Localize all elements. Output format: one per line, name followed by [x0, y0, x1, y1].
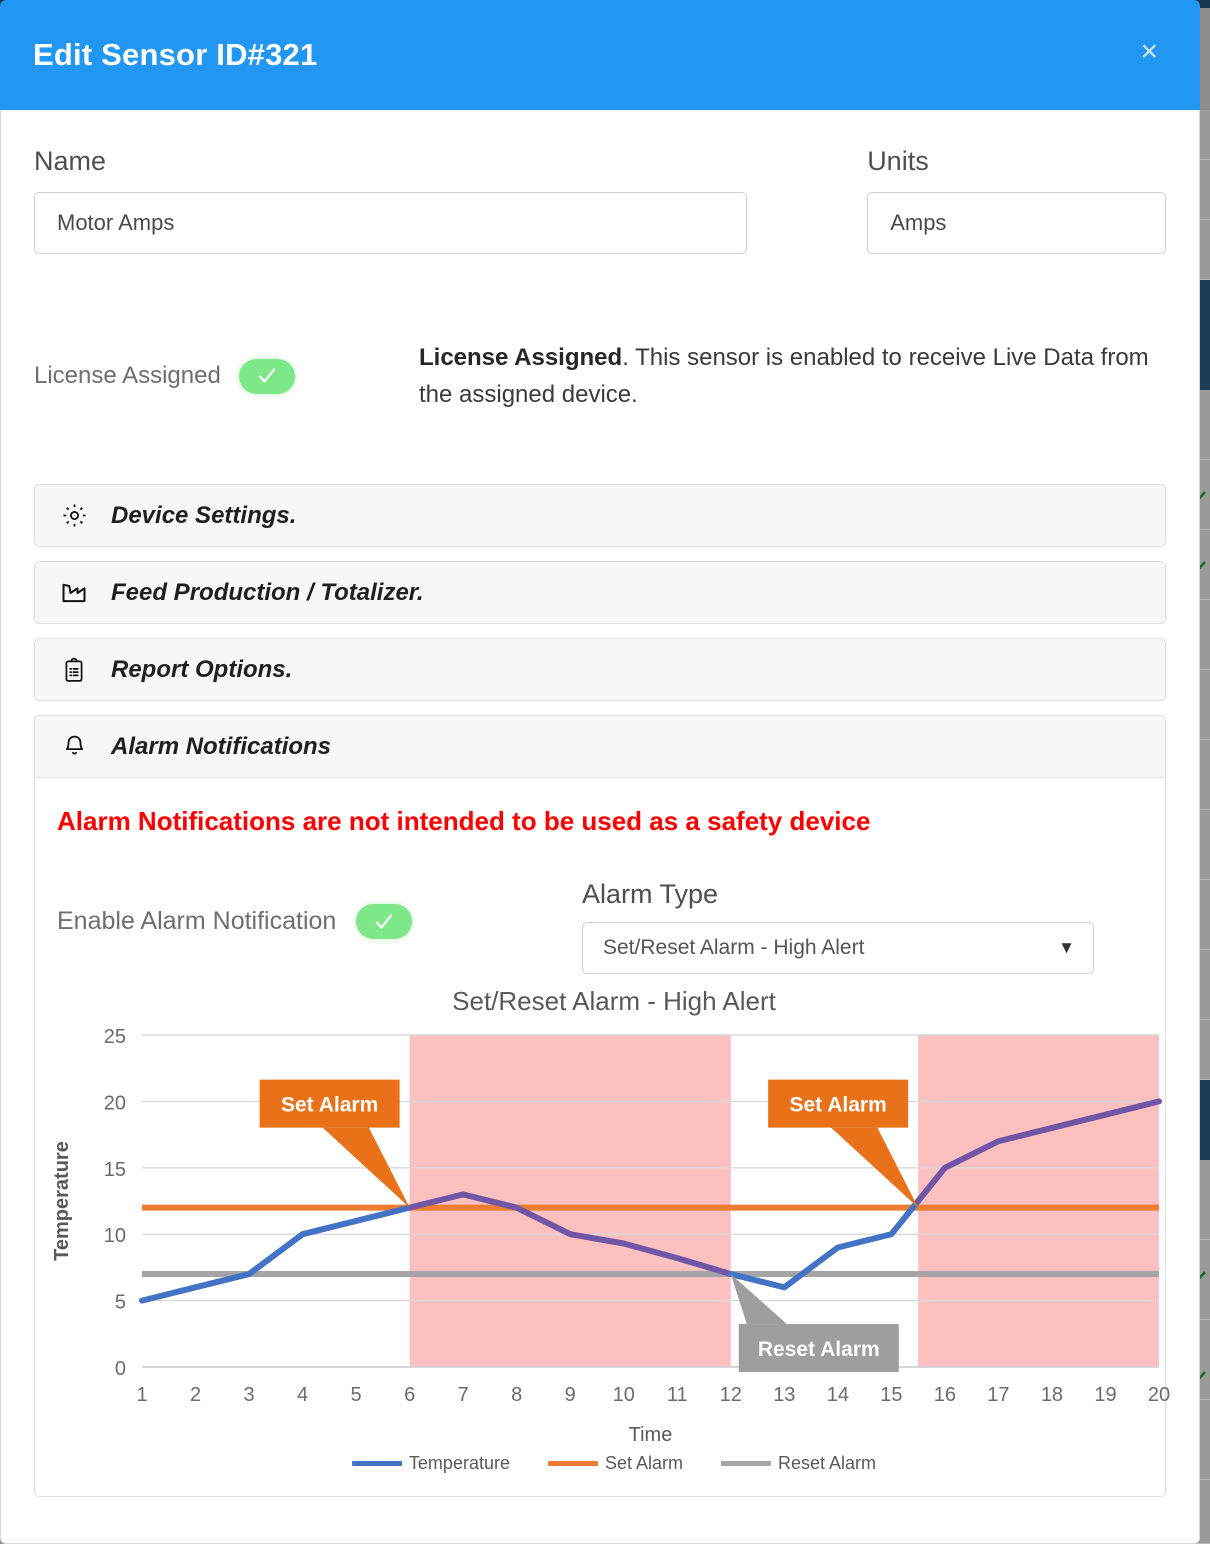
gear-icon: [59, 501, 89, 531]
alarm-band: [918, 1035, 1159, 1367]
license-section: License Assigned License Assigned. This …: [34, 326, 1166, 426]
alarm-type-group: Alarm Type Set/Reset Alarm - High Alert …: [582, 879, 1094, 974]
accordion-label: Feed Production / Totalizer.: [111, 579, 423, 607]
alarm-notifications-panel: Alarm Notifications are not intended to …: [34, 778, 1166, 1497]
x-axis-label: Time: [629, 1424, 673, 1446]
x-tick-label: 12: [720, 1384, 742, 1406]
x-tick-label: 8: [511, 1384, 522, 1406]
set-alarm-callout: Set Alarm: [260, 1080, 410, 1208]
edit-sensor-modal: Edit Sensor ID#321 × Name Units License …: [0, 0, 1200, 1544]
alarm-warning-text: Alarm Notifications are not intended to …: [35, 806, 1165, 837]
clipboard-icon: [59, 655, 89, 685]
license-description-bold: License Assigned: [419, 344, 622, 371]
x-tick-label: 19: [1094, 1384, 1116, 1406]
modal-body: Name Units License Assigned License Assi…: [0, 110, 1200, 1544]
alarm-band: [410, 1035, 731, 1367]
legend-swatch: [352, 1461, 402, 1466]
alarm-type-value: Set/Reset Alarm - High Alert: [603, 936, 864, 960]
x-tick-label: 7: [458, 1384, 469, 1406]
legend-item: Reset Alarm: [721, 1453, 876, 1474]
alarm-chart: Set/Reset Alarm - High Alert 0510152025T…: [34, 986, 1194, 1496]
chart-title: Set/Reset Alarm - High Alert: [34, 986, 1194, 1017]
name-units-row: Name Units: [34, 110, 1166, 254]
chart-legend: Temperature Set Alarm Reset Alarm: [34, 1453, 1194, 1474]
x-tick-label: 11: [667, 1384, 688, 1406]
enable-alarm-group: Enable Alarm Notification: [57, 879, 582, 939]
legend-swatch: [721, 1461, 771, 1466]
alarm-type-label: Alarm Type: [582, 879, 1094, 910]
x-tick-label: 2: [190, 1384, 201, 1406]
x-tick-label: 13: [773, 1384, 795, 1406]
x-tick-label: 6: [404, 1384, 415, 1406]
y-tick-label: 25: [104, 1026, 126, 1048]
y-tick-label: 15: [104, 1159, 126, 1181]
y-tick-label: 5: [115, 1292, 126, 1314]
name-label: Name: [34, 146, 747, 177]
callout-label: Set Alarm: [789, 1094, 886, 1117]
license-assigned-toggle[interactable]: [239, 359, 295, 394]
x-tick-label: 14: [827, 1384, 849, 1406]
chevron-down-icon: ▼: [1058, 938, 1075, 958]
legend-label: Reset Alarm: [778, 1453, 876, 1474]
alarm-type-select[interactable]: Set/Reset Alarm - High Alert ▼: [582, 922, 1094, 974]
x-tick-label: 5: [351, 1384, 362, 1406]
check-icon: [256, 365, 278, 387]
legend-swatch: [548, 1461, 598, 1466]
y-tick-label: 20: [104, 1092, 126, 1114]
x-tick-label: 9: [565, 1384, 576, 1406]
name-field-group: Name: [34, 146, 747, 254]
accordion-report-options[interactable]: Report Options.: [34, 638, 1166, 701]
license-toggle-label: License Assigned: [34, 362, 221, 390]
alarm-controls-row: Enable Alarm Notification Alarm Type Set…: [35, 879, 1165, 974]
callout-label: Reset Alarm: [758, 1338, 880, 1361]
reset-alarm-callout: Reset Alarm: [731, 1274, 899, 1372]
x-tick-label: 4: [297, 1384, 308, 1406]
legend-item: Set Alarm: [548, 1453, 683, 1474]
x-tick-label: 15: [880, 1384, 902, 1406]
name-input[interactable]: [34, 192, 747, 254]
license-toggle-group: License Assigned: [34, 359, 419, 394]
factory-chart-icon: [59, 578, 89, 608]
y-tick-label: 0: [115, 1358, 126, 1380]
accordion-label: Alarm Notifications: [111, 733, 331, 761]
callout-label: Set Alarm: [281, 1094, 378, 1117]
close-icon[interactable]: ×: [1134, 36, 1164, 68]
accordion-device-settings[interactable]: Device Settings.: [34, 484, 1166, 547]
units-field-group: Units: [867, 146, 1166, 254]
accordion-alarm-notifications[interactable]: Alarm Notifications: [34, 715, 1166, 778]
accordion-label: Device Settings.: [111, 502, 296, 530]
enable-alarm-label: Enable Alarm Notification: [57, 907, 336, 936]
y-tick-label: 10: [104, 1225, 126, 1247]
units-input[interactable]: [867, 192, 1166, 254]
x-tick-label: 18: [1041, 1384, 1063, 1406]
legend-label: Temperature: [409, 1453, 510, 1474]
license-description: License Assigned. This sensor is enabled…: [419, 339, 1149, 413]
bell-icon: [59, 732, 89, 762]
accordion-list: Device Settings. Feed Production / Total…: [34, 484, 1166, 1497]
x-tick-label: 3: [243, 1384, 254, 1406]
modal-header: Edit Sensor ID#321 ×: [0, 0, 1200, 110]
x-tick-label: 1: [136, 1384, 147, 1406]
y-axis-label: Temperature: [51, 1141, 73, 1261]
accordion-feed-production[interactable]: Feed Production / Totalizer.: [34, 561, 1166, 624]
x-tick-label: 10: [613, 1384, 635, 1406]
accordion-label: Report Options.: [111, 656, 292, 684]
legend-item: Temperature: [352, 1453, 510, 1474]
enable-alarm-toggle[interactable]: [356, 904, 412, 939]
x-tick-label: 17: [987, 1384, 1009, 1406]
temperature-line: [142, 1208, 410, 1301]
chart-plot: 0510152025Temperature1234567891011121314…: [34, 1017, 1194, 1447]
check-icon: [373, 911, 395, 933]
set-alarm-callout: Set Alarm: [768, 1080, 918, 1208]
page-title: Edit Sensor ID#321: [33, 37, 317, 73]
legend-label: Set Alarm: [605, 1453, 683, 1474]
x-tick-label: 16: [934, 1384, 956, 1406]
x-tick-label: 20: [1148, 1384, 1170, 1406]
units-label: Units: [867, 146, 1166, 177]
